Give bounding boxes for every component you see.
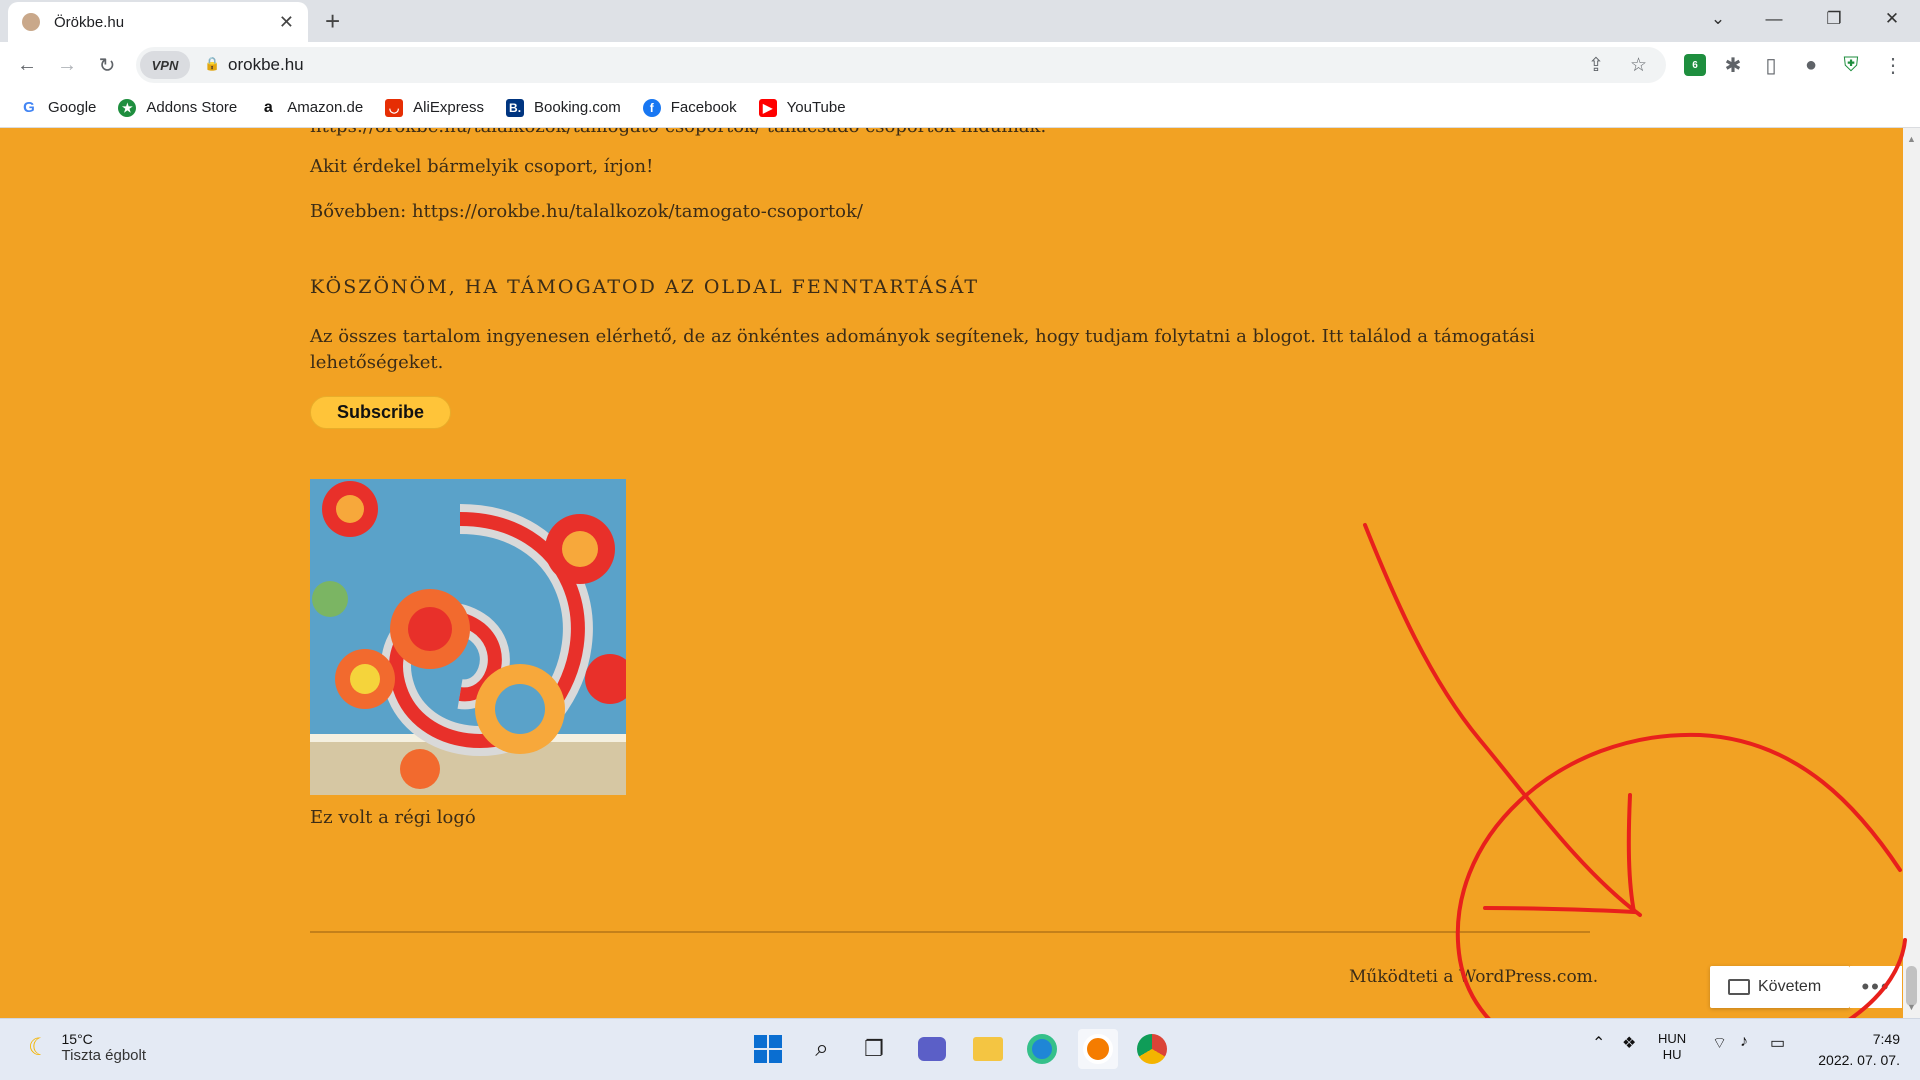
tray-app-icon[interactable]: ❖ — [1622, 1033, 1636, 1053]
search-icon[interactable]: ⌕ — [802, 1029, 842, 1069]
avast-browser-icon[interactable] — [1078, 1029, 1118, 1069]
battery-icon[interactable]: ▭ — [1770, 1033, 1785, 1053]
edge-icon[interactable] — [1022, 1029, 1062, 1069]
temperature: 15°C — [61, 1031, 93, 1047]
language-code: HUN — [1658, 1031, 1687, 1046]
clock-date: 2022. 07. 07. — [1818, 1052, 1900, 1068]
chat-icon[interactable] — [912, 1029, 952, 1069]
tray-chevron-up-icon[interactable]: ⌃ — [1592, 1033, 1605, 1053]
task-view-icon[interactable]: ❐ — [854, 1029, 894, 1069]
volume-icon[interactable]: ♪ — [1740, 1033, 1748, 1051]
wifi-icon[interactable]: ⌔ — [1712, 1033, 1727, 1053]
weather-widget[interactable]: ☾ 15°C Tiszta égbolt — [28, 1031, 146, 1064]
windows-taskbar: ☾ 15°C Tiszta égbolt ⌕ ❐ ⌃ ❖ HUN HU ⌔ ♪ … — [0, 1018, 1920, 1080]
red-annotation-overlay — [1363, 523, 1907, 1075]
file-explorer-icon[interactable] — [968, 1029, 1008, 1069]
weather-description: Tiszta égbolt — [61, 1047, 147, 1064]
clock[interactable]: 7:49 2022. 07. 07. — [1800, 1029, 1900, 1071]
clock-time: 7:49 — [1872, 1031, 1900, 1047]
start-windows-icon[interactable] — [748, 1029, 788, 1069]
chrome-icon[interactable] — [1132, 1029, 1172, 1069]
moon-icon: ☾ — [28, 1034, 50, 1061]
language-indicator[interactable]: HUN HU — [1658, 1031, 1686, 1063]
language-sub: HU — [1662, 1047, 1682, 1062]
windows-logo-icon — [754, 1035, 782, 1063]
